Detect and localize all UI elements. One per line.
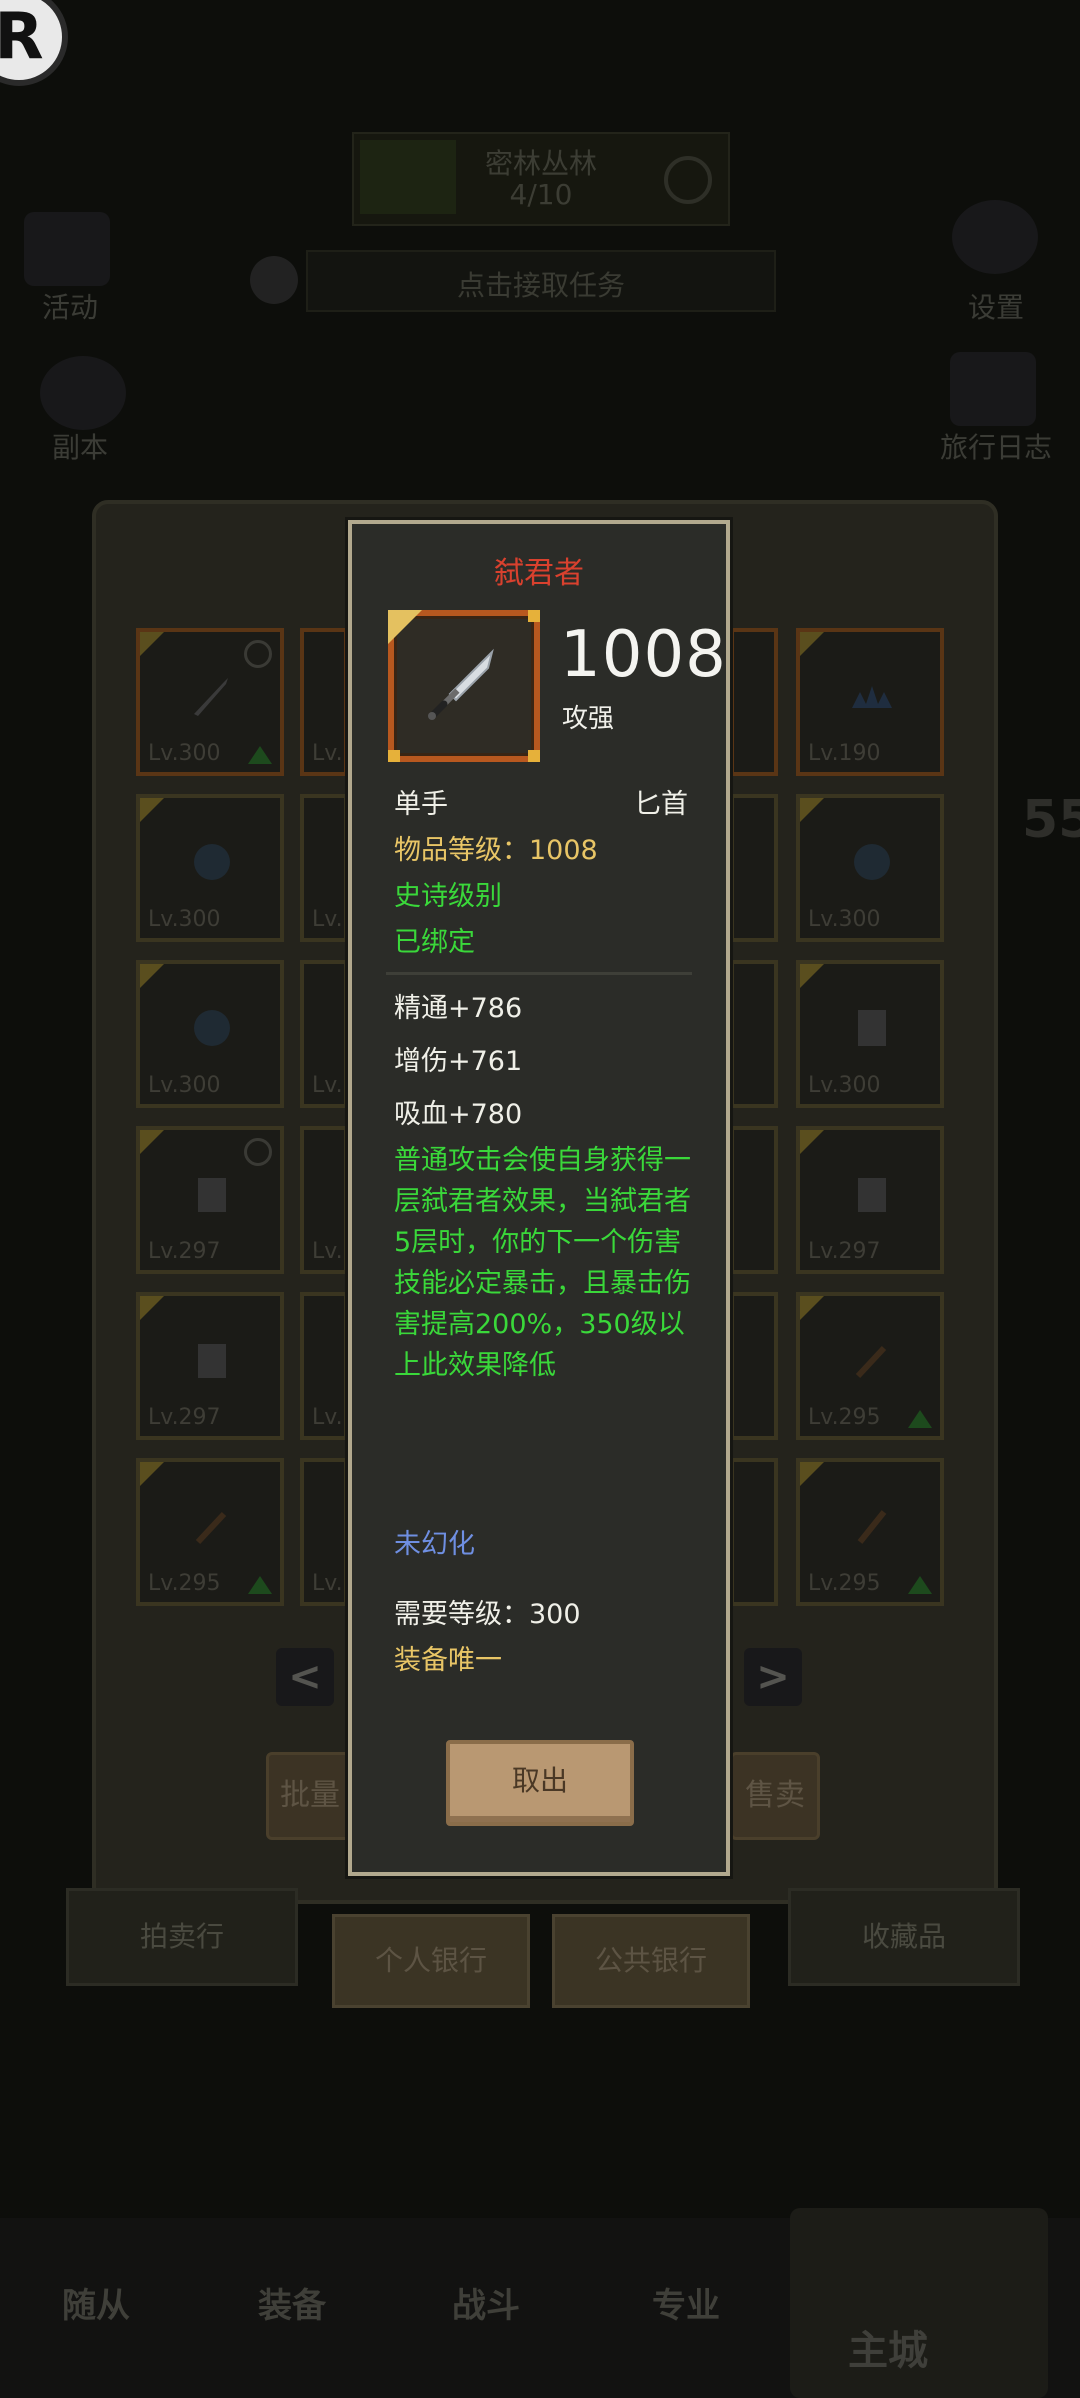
divider bbox=[386, 972, 692, 975]
inventory-cell: Lv.300 bbox=[136, 794, 284, 942]
inventory-cell: Lv.295 bbox=[136, 1458, 284, 1606]
inventory-cell-partial: Lv. bbox=[300, 1126, 348, 1274]
item-bound: 已绑定 bbox=[394, 927, 475, 958]
inventory-cell: Lv.190 bbox=[796, 628, 944, 776]
collection-tab: 收藏品 bbox=[788, 1888, 1020, 1986]
cell-level: Lv.297 bbox=[148, 1405, 221, 1430]
home-label: 主城 bbox=[848, 2328, 928, 2374]
quest-prompt-bar: 点击接取任务 bbox=[250, 250, 776, 312]
take-out-button[interactable]: 取出 bbox=[446, 1740, 634, 1826]
quest-prompt-text: 点击接取任务 bbox=[456, 269, 625, 302]
inventory-cell-partial bbox=[730, 1292, 778, 1440]
home-button: 主城 bbox=[790, 2208, 1048, 2398]
nav-battle: 战斗 bbox=[452, 2286, 520, 2326]
item-power-label: 攻强 bbox=[562, 704, 615, 734]
zone-progress-box: 密林丛林 4/10 bbox=[352, 132, 730, 226]
journal-label: 旅行日志 bbox=[939, 431, 1052, 464]
cell-level: Lv.190 bbox=[808, 741, 881, 766]
item-icon-frame bbox=[388, 610, 540, 762]
inventory-cell-partial bbox=[730, 1126, 778, 1274]
inventory-cell-partial bbox=[730, 628, 778, 776]
inventory-cell: Lv.300 bbox=[136, 960, 284, 1108]
dungeon-label: 副本 bbox=[51, 431, 108, 464]
inventory-cell-partial: Lv. bbox=[300, 794, 348, 942]
event-label: 活动 bbox=[41, 291, 98, 324]
inventory-cell-partial: Lv. bbox=[300, 960, 348, 1108]
cell-level: Lv.300 bbox=[148, 741, 221, 766]
cell-level: Lv.297 bbox=[808, 1239, 881, 1264]
next-page-button: > bbox=[744, 1648, 802, 1706]
item-stat: 精通+786 bbox=[394, 993, 523, 1024]
settings-label: 设置 bbox=[967, 291, 1024, 324]
inventory-cell-partial: Lv. bbox=[300, 628, 348, 776]
cell-level: Lv.295 bbox=[808, 1405, 881, 1430]
dungeon-icon bbox=[40, 356, 126, 430]
inventory-cell: Lv.300 bbox=[136, 628, 284, 776]
dagger-icon bbox=[428, 648, 494, 720]
inventory-cell-partial bbox=[730, 1458, 778, 1606]
prev-page-button: < bbox=[276, 1648, 334, 1706]
inventory-cell: Lv.295 bbox=[796, 1292, 944, 1440]
item-level: 物品等级：1008 bbox=[394, 835, 598, 866]
cell-level: Lv.295 bbox=[808, 1571, 881, 1596]
item-effect-description: 普通攻击会使自身获得一层弑君者效果，当弑君者5层时，你的下一个伤害技能必定暴击，… bbox=[394, 1145, 691, 1381]
item-rarity: 史诗级别 bbox=[394, 881, 502, 912]
nav-profession: 专业 bbox=[652, 2286, 720, 2326]
item-detail-popup: 弑君者 1008 攻强 单手 匕首 物品等级：1008 史诗级别 已绑定 精通+… bbox=[348, 520, 730, 1876]
inventory-cell-partial bbox=[730, 960, 778, 1108]
inventory-cell: Lv.297 bbox=[796, 1126, 944, 1274]
item-weapon-type: 匕首 bbox=[634, 789, 688, 820]
personal-bank-tab: 个人银行 bbox=[332, 1914, 530, 2008]
inventory-cell: Lv.295 bbox=[796, 1458, 944, 1606]
inventory-cell: Lv.300 bbox=[796, 794, 944, 942]
auction-tab: 拍卖行 bbox=[66, 1888, 298, 1986]
refresh-icon bbox=[664, 156, 712, 204]
inventory-cell-partial: Lv. bbox=[300, 1458, 348, 1606]
gear-icon bbox=[952, 200, 1038, 274]
batch-button: 批量 bbox=[266, 1752, 354, 1840]
cell-level: Lv.297 bbox=[148, 1239, 221, 1264]
cell-level: Lv.300 bbox=[148, 1073, 221, 1098]
nav-followers: 随从 bbox=[62, 2286, 130, 2326]
item-stat: 增伤+761 bbox=[394, 1046, 523, 1077]
item-power: 1008 bbox=[560, 618, 727, 692]
inventory-cell: Lv.300 bbox=[796, 960, 944, 1108]
inventory-cell: Lv.297 bbox=[136, 1126, 284, 1274]
public-bank-tab: 公共银行 bbox=[552, 1914, 750, 2008]
journal-icon bbox=[950, 352, 1036, 426]
cell-level: Lv.300 bbox=[808, 907, 881, 932]
inventory-cell-partial bbox=[730, 794, 778, 942]
item-name: 弑君者 bbox=[494, 556, 584, 591]
item-stat: 吸血+780 bbox=[394, 1099, 523, 1130]
item-required-level: 需要等级：300 bbox=[394, 1599, 581, 1630]
item-unique: 装备唯一 bbox=[394, 1645, 502, 1676]
cell-level: Lv.300 bbox=[808, 1073, 881, 1098]
cell-level: Lv.300 bbox=[148, 907, 221, 932]
sell-button: 售卖 bbox=[730, 1752, 820, 1840]
inventory-cell-partial: Lv. bbox=[300, 1292, 348, 1440]
item-hand: 单手 bbox=[394, 789, 448, 820]
cell-level: Lv.295 bbox=[148, 1571, 221, 1596]
partial-number: 557 bbox=[1022, 790, 1080, 850]
item-transmog-status: 未幻化 bbox=[394, 1529, 475, 1560]
app-logo: R bbox=[0, 0, 68, 86]
event-icon bbox=[24, 212, 110, 286]
quest-icon bbox=[250, 256, 298, 304]
nav-equipment: 装备 bbox=[258, 2286, 326, 2326]
inventory-cell: Lv.297 bbox=[136, 1292, 284, 1440]
